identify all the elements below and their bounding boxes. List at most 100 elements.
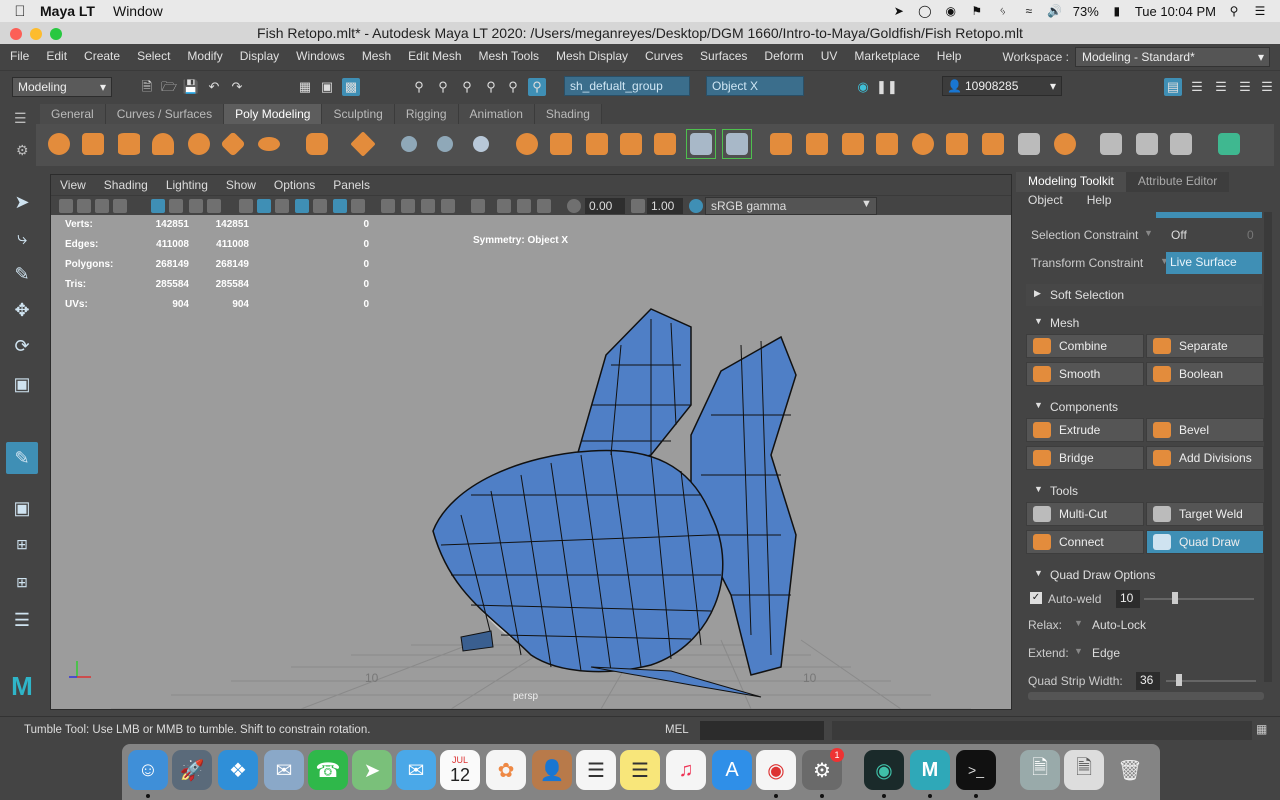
terminal-icon[interactable]: >_ [956,750,996,790]
poly-plane-icon[interactable] [218,129,248,159]
section-mesh[interactable]: ▼ Mesh [1026,312,1262,334]
vp-menu-view[interactable]: View [51,175,95,195]
vp-menu-shading[interactable]: Shading [95,175,157,195]
redo-icon[interactable]: ↷ [228,78,246,96]
lasso-tool-icon[interactable]: ⤷ [6,222,38,254]
multi-cut-icon[interactable] [1014,129,1044,159]
app-name-menu[interactable]: Maya LT [40,3,95,19]
close-window-button[interactable] [10,28,22,40]
gamma-icon[interactable] [631,199,645,213]
menu-windows[interactable]: Windows [286,49,352,63]
select-camera-icon[interactable] [59,199,73,213]
boolean-button[interactable]: Boolean [1146,362,1264,386]
menu-curves[interactable]: Curves [635,49,690,63]
relax-value[interactable]: Auto-Lock [1092,618,1146,632]
selection-field[interactable]: sh_defualt_group [564,76,690,96]
multi-cut-button[interactable]: Multi-Cut [1026,502,1144,526]
user-account-field[interactable]: 👤 10908285 ▾ [942,76,1062,96]
exposure-icon[interactable] [567,199,581,213]
viewport-panel[interactable]: View Shading Lighting Show Options Panel… [50,174,1012,710]
wireframe-icon[interactable] [239,199,253,213]
xray-joints-icon[interactable] [537,199,551,213]
menu-select[interactable]: Select [127,49,177,63]
menu-help[interactable]: Help [927,49,969,63]
append-polygon-icon[interactable] [872,129,902,159]
tab-attribute-editor[interactable]: Attribute Editor [1125,172,1230,192]
move-tool-icon[interactable]: ✥ [6,294,38,326]
messages-icon[interactable]: ✉ [396,750,436,790]
connect-button[interactable]: Connect [1026,530,1144,554]
select-tool-icon[interactable]: ➤ [6,186,38,218]
reminders-icon[interactable]: ☰ [576,750,616,790]
menu-edit[interactable]: Edit [36,49,74,63]
menu-mesh-tools[interactable]: Mesh Tools [469,49,546,63]
xray-icon[interactable] [497,199,511,213]
snap-surface-icon[interactable]: ⚲ [504,78,522,96]
render-icon[interactable]: ◉ [854,78,872,96]
bookmark-icon[interactable] [95,199,109,213]
mirror-cut-icon[interactable] [722,129,752,159]
section-components[interactable]: ▼ Components [1026,396,1262,418]
mail-icon[interactable]: ✉ [264,750,304,790]
poly-cube-icon[interactable] [78,129,108,159]
poly-platonic-icon[interactable] [302,129,332,159]
shadows-icon[interactable] [351,199,365,213]
pause-icon[interactable]: ❚❚ [876,78,898,96]
average-vertices-icon[interactable] [650,129,680,159]
location-icon[interactable]: ➤ [891,4,907,18]
make-live-icon[interactable]: ⚲ [528,78,546,96]
calendar-icon[interactable]: JUL 12 [440,750,480,790]
menu-edit-mesh[interactable]: Edit Mesh [398,49,468,63]
bluetooth-icon[interactable]: ᛃ [995,4,1011,18]
menu-uv[interactable]: UV [811,49,845,63]
save-scene-icon[interactable]: 💾 [182,78,200,96]
vp-menu-lighting[interactable]: Lighting [157,175,217,195]
screen-record-icon[interactable]: ◉ [943,4,959,18]
section-quad-draw-options[interactable]: ▼ Quad Draw Options [1026,564,1262,586]
menu-deform[interactable]: Deform [754,49,810,63]
tool-settings-toggle-icon[interactable]: ☰ [1212,78,1230,96]
snap-curve-icon[interactable]: ⚲ [434,78,452,96]
panel-menu-object[interactable]: Object [1016,192,1075,210]
exposure-field[interactable]: 0.00 [585,198,625,214]
script-editor-icon[interactable]: ▦ [1256,722,1267,736]
camera-attributes-icon[interactable] [77,199,91,213]
open-scene-icon[interactable]: 🗁 [160,78,178,96]
tab-animation[interactable]: Animation [458,104,535,124]
paint-select-tool-icon[interactable]: ✎ [6,258,38,290]
poly-sphere-icon[interactable] [44,129,74,159]
menu-marketplace[interactable]: Marketplace [844,49,926,63]
chevron-down-icon[interactable]: ▼ [861,198,872,210]
facetime-icon[interactable]: ☎ [308,750,348,790]
transform-constraint-value[interactable]: Live Surface [1166,252,1262,274]
gitkraken-icon[interactable]: ◉ [864,750,904,790]
bevel-button[interactable]: Bevel [1146,418,1264,442]
safe-area-icon[interactable] [207,199,221,213]
photos-icon[interactable]: ✿ [486,750,526,790]
music-icon[interactable]: ♫ [666,750,706,790]
safari-icon[interactable]: ❖ [218,750,258,790]
maya-lt-icon[interactable]: M [910,750,950,790]
poly-disc-icon[interactable] [254,129,284,159]
sculpt-icon[interactable] [1096,129,1126,159]
bridge-button[interactable]: Bridge [1026,446,1144,470]
quad-draw-button[interactable]: Quad Draw [1146,530,1264,554]
select-by-component-icon[interactable]: ▩ [342,78,360,96]
panel-horizontal-scrollbar[interactable] [1028,692,1264,700]
section-soft-selection[interactable]: ▶ Soft Selection [1026,284,1262,306]
menu-display[interactable]: Display [230,49,286,63]
battery-icon[interactable]: ▮ [1109,4,1125,18]
tab-poly-modeling[interactable]: Poly Modeling [224,104,323,124]
channel-box-toggle-icon[interactable]: ☰ [1236,78,1254,96]
tab-general[interactable]: General [40,104,106,124]
add-divisions-button[interactable]: Add Divisions [1146,446,1264,470]
finder-icon[interactable]: ☺ [128,750,168,790]
quad-draw-tool-icon[interactable]: ✎ [6,442,38,474]
color-space-dropdown[interactable]: sRGB gamma [705,197,877,215]
smooth-icon[interactable] [616,129,646,159]
tab-curves-surfaces[interactable]: Curves / Surfaces [105,104,225,124]
apple-icon[interactable]:  [0,3,40,20]
film-gate-icon[interactable] [169,199,183,213]
grid-toggle-icon[interactable] [151,199,165,213]
poly-cylinder-icon[interactable] [114,129,144,159]
